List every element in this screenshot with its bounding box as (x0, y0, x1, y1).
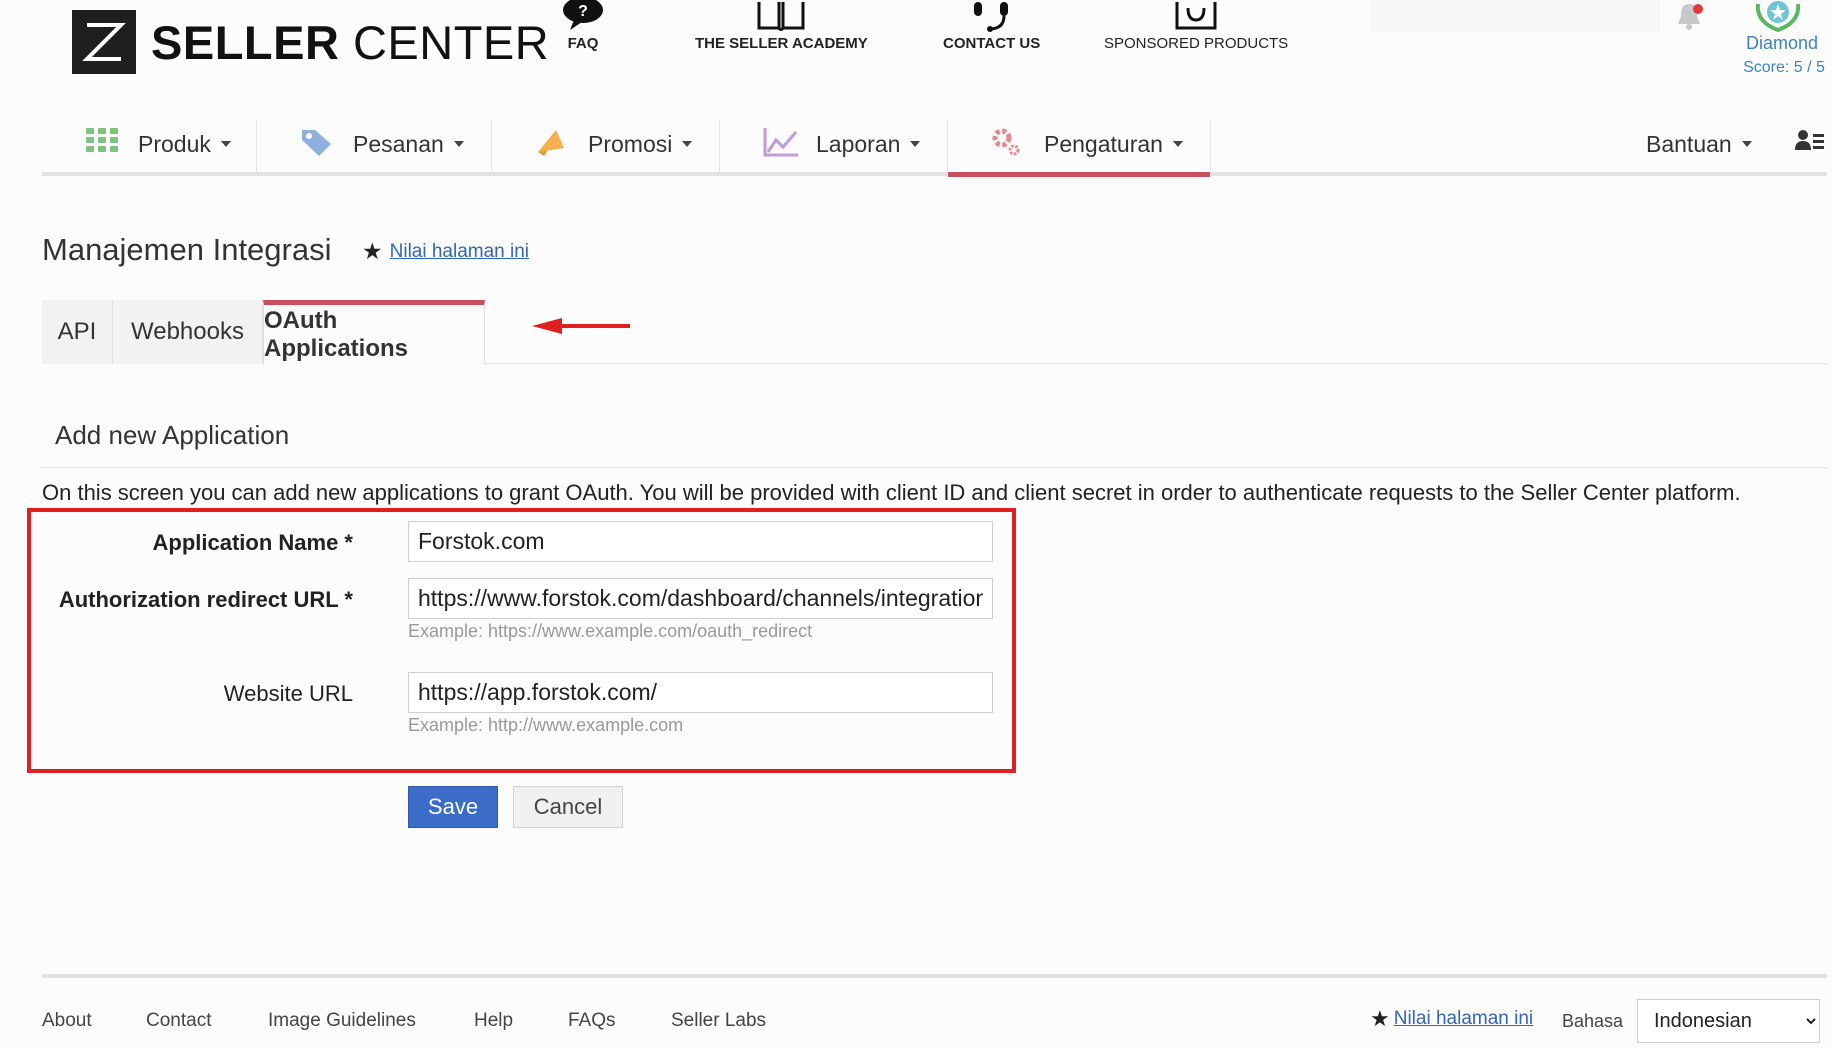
section-title: Add new Application (42, 412, 1827, 468)
footer-link-image-guidelines[interactable]: Image Guidelines (268, 1010, 416, 1032)
footer-rate-page: ★ Nilai halaman ini (1370, 1006, 1533, 1032)
logo-mark (72, 10, 136, 74)
megaphone-icon (538, 130, 564, 156)
rate-page: ★ Nilai halaman ini (362, 238, 529, 265)
chevron-down-icon (910, 141, 921, 147)
user-menu-icon[interactable] (1794, 128, 1826, 154)
grid-icon (86, 128, 118, 152)
gear-icon (992, 128, 1020, 156)
star-icon: ★ (362, 238, 383, 264)
main-navigation: Produk Pesanan Promosi Laporan Pengatura… (42, 112, 1827, 177)
redirect-url-input[interactable] (408, 578, 993, 619)
star-icon: ★ (1370, 1006, 1390, 1031)
chevron-down-icon (1172, 141, 1183, 147)
application-name-label: Application Name * (152, 530, 353, 555)
tab-api[interactable]: API (42, 300, 113, 364)
nav-laporan[interactable]: Laporan (720, 112, 921, 176)
footer-link-faqs[interactable]: FAQs (568, 1010, 616, 1032)
header-search-area[interactable] (1370, 0, 1660, 32)
page-title: Manajemen Integrasi (42, 232, 332, 267)
topnav-seller-academy-label: THE SELLER ACADEMY (695, 35, 868, 52)
topnav-sponsored-products[interactable]: SPONSORED PRODUCTS (1104, 0, 1288, 52)
nav-bantuan[interactable]: Bantuan (1646, 112, 1752, 176)
seller-center-logo[interactable]: SELLER CENTER (72, 10, 549, 74)
redirect-url-label: Authorization redirect URL * (58, 587, 353, 612)
nav-laporan-label: Laporan (816, 130, 901, 157)
tag-icon (302, 130, 331, 156)
integration-tabs: API Webhooks OAuth Applications (42, 300, 1827, 365)
nav-produk[interactable]: Produk (42, 112, 231, 176)
nav-pesanan-label: Pesanan (353, 130, 444, 157)
footer-divider (42, 974, 1827, 978)
diamond-badge-icon (1755, 1, 1801, 32)
nav-pengaturan[interactable]: Pengaturan (948, 112, 1183, 176)
logo-text: SELLER CENTER (151, 15, 550, 69)
cancel-button[interactable]: Cancel (513, 786, 623, 828)
chart-icon (763, 128, 798, 157)
nav-promosi-label: Promosi (588, 130, 673, 157)
nav-divider (1210, 120, 1211, 172)
z-logo-icon (82, 23, 126, 61)
nav-pengaturan-label: Pengaturan (1044, 130, 1163, 157)
footer-link-help[interactable]: Help (474, 1010, 513, 1032)
nav-active-indicator (948, 172, 1210, 177)
footer-link-about[interactable]: About (42, 1010, 92, 1032)
footer-rate-page-link[interactable]: Nilai halaman ini (1394, 1008, 1533, 1030)
faq-icon: ? (563, 0, 603, 30)
application-name-input[interactable] (408, 521, 993, 562)
topnav-contact-us[interactable]: CONTACT US (943, 0, 1040, 52)
redirect-url-help: Example: https://www.example.com/oauth_r… (408, 621, 813, 641)
nav-produk-label: Produk (138, 130, 211, 157)
account-tier[interactable]: Diamond (1742, 33, 1822, 54)
website-url-label: Website URL (223, 681, 353, 706)
chevron-down-icon (220, 141, 231, 147)
svg-text:?: ? (578, 3, 588, 20)
topnav-sponsored-products-label: SPONSORED PRODUCTS (1104, 35, 1289, 52)
topnav-faq[interactable]: ? FAQ (560, 0, 606, 52)
topnav-contact-us-label: CONTACT US (943, 35, 1041, 52)
topnav-faq-label: FAQ (567, 35, 599, 52)
language-label: Bahasa (1562, 1011, 1624, 1031)
topnav-seller-academy[interactable]: THE SELLER ACADEMY (695, 0, 868, 52)
book-icon (757, 2, 805, 31)
website-url-help: Example: http://www.example.com (408, 715, 684, 735)
tab-webhooks[interactable]: Webhooks (113, 300, 263, 364)
annotation-arrow (532, 318, 630, 334)
rate-page-link[interactable]: Nilai halaman ini (390, 241, 529, 263)
language-select[interactable]: Indonesian (1637, 999, 1820, 1043)
headset-icon (973, 2, 1008, 32)
tab-oauth-applications[interactable]: OAuth Applications (263, 300, 485, 365)
notification-dot (1693, 4, 1703, 14)
intro-text: On this screen you can add new applicati… (42, 480, 1741, 505)
bag-icon (1175, 2, 1217, 30)
save-button[interactable]: Save (408, 786, 498, 828)
chevron-down-icon (682, 141, 693, 147)
chevron-down-icon (453, 141, 464, 147)
nav-pesanan[interactable]: Pesanan (257, 112, 464, 176)
account-score: Score: 5 / 5 (1743, 59, 1825, 76)
chevron-down-icon (1741, 141, 1752, 147)
nav-bantuan-label: Bantuan (1646, 130, 1732, 157)
website-url-input[interactable] (408, 672, 993, 713)
footer-link-contact[interactable]: Contact (146, 1010, 211, 1032)
nav-promosi[interactable]: Promosi (492, 112, 693, 176)
footer-link-seller-labs[interactable]: Seller Labs (671, 1010, 766, 1032)
